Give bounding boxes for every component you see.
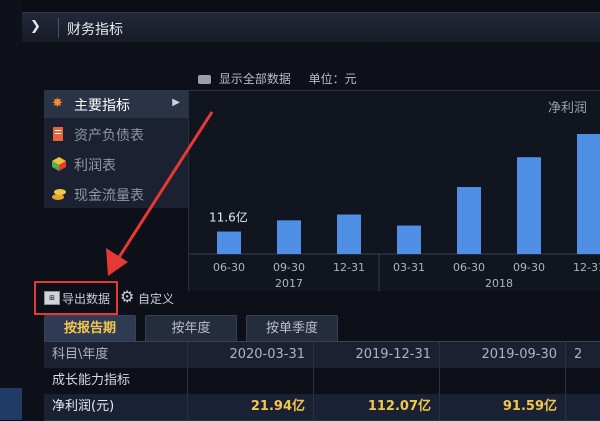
chart-bar bbox=[277, 220, 301, 254]
chart-bar bbox=[457, 187, 481, 254]
table-section-row: 成长能力指标 bbox=[44, 368, 600, 395]
chart-bar bbox=[397, 225, 421, 254]
menu-item-label: 资产负债表 bbox=[74, 128, 144, 144]
table-section-label: 成长能力指标 bbox=[44, 368, 188, 394]
chart-bar bbox=[517, 157, 541, 254]
table-cell: 112.07亿 bbox=[314, 394, 440, 420]
indicator-table: 科目\年度 2020-03-31 2019-12-31 2019-09-30 2… bbox=[44, 342, 600, 421]
table-header-cell: 2 bbox=[566, 342, 600, 368]
chart-bar bbox=[217, 231, 241, 254]
table-cell bbox=[440, 368, 566, 394]
tab-by-quarter[interactable]: 按单季度 bbox=[246, 315, 338, 342]
chart-tick-label: 12-31 bbox=[573, 261, 600, 274]
gear-icon[interactable]: ⚙ bbox=[120, 287, 134, 306]
menu-item-label: 现金流量表 bbox=[74, 188, 144, 204]
menu-item-income-statement[interactable]: 利润表 bbox=[44, 150, 188, 178]
indicator-menu: ✸ 主要指标 ▶ 资产负债表 利润表 现金流量表 bbox=[44, 90, 188, 208]
customize-button[interactable]: 自定义 bbox=[138, 290, 174, 307]
table-cell bbox=[566, 394, 600, 420]
table-header-cell: 2019-09-30 bbox=[440, 342, 566, 368]
table-cell bbox=[566, 368, 600, 394]
net-profit-chart: 净利润 06-3009-3012-3103-3106-3009-3012-312… bbox=[188, 90, 600, 291]
chart-tick-label: 06-30 bbox=[213, 261, 245, 274]
unit-label: 单位：元 bbox=[308, 72, 357, 86]
triangle-right-icon: ▶ bbox=[172, 97, 180, 108]
tab-by-report-period[interactable]: 按报告期 bbox=[44, 315, 136, 342]
chart-tick-label: 09-30 bbox=[273, 261, 305, 274]
chevron-right-icon[interactable]: ❯ bbox=[30, 19, 44, 35]
table-header-cell: 2019-12-31 bbox=[314, 342, 440, 368]
page-title: 财务指标 bbox=[67, 22, 123, 38]
message-icon bbox=[198, 75, 211, 84]
table-cell bbox=[188, 368, 314, 394]
toolbar-labels: 显示全部数据 单位：元 bbox=[198, 70, 357, 87]
table-cell: 91.59亿 bbox=[440, 394, 566, 420]
show-all-data-button[interactable]: 显示全部数据 bbox=[198, 72, 295, 86]
chart-bar bbox=[577, 134, 600, 254]
title-separator bbox=[58, 18, 59, 38]
export-data-button[interactable]: 导出数据 bbox=[62, 290, 110, 307]
coins-icon bbox=[52, 187, 66, 201]
table-cell bbox=[314, 368, 440, 394]
chart-year-label: 2018 bbox=[485, 277, 513, 290]
cube-icon bbox=[52, 157, 66, 171]
chart-tick-label: 03-31 bbox=[393, 261, 425, 274]
chart-tick-label: 09-30 bbox=[513, 261, 545, 274]
document-icon bbox=[52, 127, 66, 141]
tab-by-year[interactable]: 按年度 bbox=[145, 315, 237, 342]
table-header-cell: 2020-03-31 bbox=[188, 342, 314, 368]
menu-item-label: 利润表 bbox=[74, 158, 116, 174]
menu-item-main-indicators[interactable]: ✸ 主要指标 ▶ bbox=[44, 90, 188, 118]
export-icon[interactable]: ⊞ bbox=[44, 291, 60, 305]
chart-tick-label: 06-30 bbox=[453, 261, 485, 274]
chart-year-label: 2017 bbox=[275, 277, 303, 290]
table-row[interactable]: 净利润(元) 21.94亿 112.07亿 91.59亿 bbox=[44, 394, 600, 421]
show-all-label: 显示全部数据 bbox=[218, 72, 291, 86]
menu-item-balance-sheet[interactable]: 资产负债表 bbox=[44, 120, 188, 148]
chart-bar bbox=[337, 214, 361, 254]
table-cell: 21.94亿 bbox=[188, 394, 314, 420]
asterisk-icon: ✸ bbox=[52, 96, 63, 111]
title-bar: ❯ 财务指标 bbox=[22, 12, 600, 44]
table-row-label: 净利润(元) bbox=[44, 394, 188, 420]
left-edge-panel bbox=[0, 0, 22, 420]
table-header-cell: 科目\年度 bbox=[44, 342, 188, 368]
chart-canvas: 06-30 09-30 12-31 03-31 06-30 09-30 12-31 2017 2… bbox=[189, 134, 600, 291]
chart-data-label: 11.6亿 bbox=[209, 210, 248, 225]
menu-item-label: 主要指标 bbox=[74, 98, 130, 114]
menu-item-cash-flow[interactable]: 现金流量表 bbox=[44, 180, 188, 208]
chart-tick-label: 12-31 bbox=[333, 261, 365, 274]
table-header-row: 科目\年度 2020-03-31 2019-12-31 2019-09-30 2 bbox=[44, 342, 600, 369]
